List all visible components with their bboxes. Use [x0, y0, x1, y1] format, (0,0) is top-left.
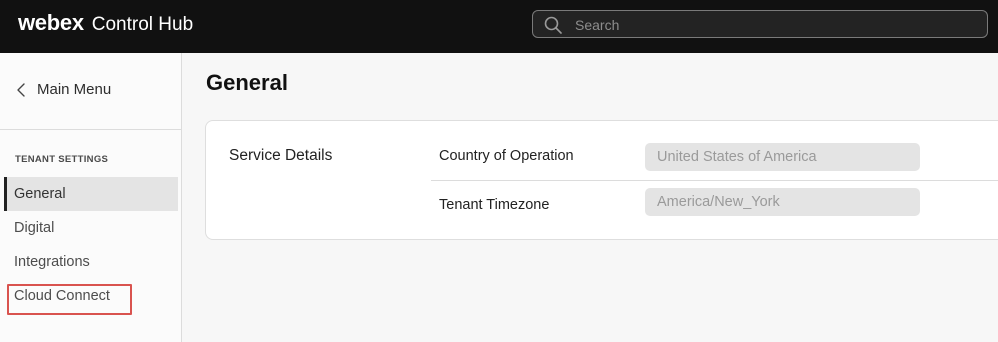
main-menu-label: Main Menu: [37, 81, 112, 98]
search-input[interactable]: [573, 14, 977, 36]
brand[interactable]: webex Control Hub: [18, 10, 193, 36]
sidebar-item-general[interactable]: General: [4, 177, 178, 211]
row-divider: [431, 180, 998, 181]
card-title: Service Details: [229, 147, 333, 164]
webex-logo: webex: [18, 10, 84, 35]
cloud-connect-highlight-box: [7, 284, 132, 315]
tenant-timezone-label: Tenant Timezone: [439, 197, 550, 213]
sidebar: Main Menu TENANT SETTINGS General Digita…: [0, 53, 182, 342]
sidebar-item-digital[interactable]: Digital: [4, 211, 178, 245]
service-details-card: Service Details Country of Operation Ten…: [205, 120, 998, 240]
top-bar: webex Control Hub: [0, 0, 998, 53]
sidebar-item-integrations[interactable]: Integrations: [4, 245, 178, 279]
app-name: Control Hub: [91, 14, 194, 35]
main-menu-button[interactable]: Main Menu: [0, 53, 181, 130]
sidebar-item-label: Integrations: [14, 254, 90, 270]
section-title-tenant-settings: TENANT SETTINGS: [15, 154, 109, 165]
sidebar-item-label: Digital: [14, 220, 55, 236]
sidebar-item-label: General: [14, 186, 66, 202]
search-box[interactable]: [532, 10, 988, 38]
country-of-operation-label: Country of Operation: [439, 148, 574, 164]
tenant-timezone-field[interactable]: [645, 188, 920, 216]
page-title: General: [206, 70, 288, 95]
chevron-left-icon: [17, 83, 25, 97]
search-icon: [544, 16, 562, 34]
country-of-operation-field[interactable]: [645, 143, 920, 171]
